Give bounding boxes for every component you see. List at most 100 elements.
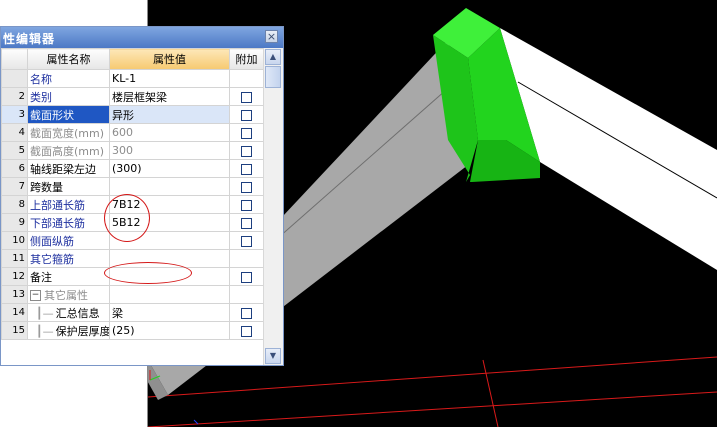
property-name-cell[interactable]: 名称 (27, 69, 110, 88)
extra-checkbox[interactable] (241, 325, 252, 337)
row-number: 15 (1, 321, 28, 340)
property-value[interactable]: 异形 (109, 105, 230, 124)
property-value[interactable] (109, 177, 230, 196)
tree-branch-icon: ┃— (36, 306, 54, 320)
property-value[interactable]: (300) (109, 159, 230, 178)
table-row[interactable]: 11 其它箍筋 (1, 249, 263, 268)
property-name-cell[interactable]: 备注 (27, 267, 110, 286)
grid-scrollbar[interactable]: ▲ ▼ (263, 48, 283, 365)
row-number: 7 (1, 177, 28, 196)
dialog-title: 性编辑器 (3, 32, 56, 46)
property-name-cell[interactable]: 截面宽度(mm) (27, 123, 110, 142)
extra-cell[interactable] (229, 195, 263, 214)
extra-checkbox[interactable] (241, 307, 252, 319)
table-row[interactable]: 4 截面宽度(mm) 600 (1, 123, 263, 142)
property-name-cell[interactable]: ┃— 汇总信息 (27, 303, 110, 322)
property-value[interactable]: 5B12 (109, 213, 230, 232)
row-number: 13 (1, 285, 28, 304)
table-row[interactable]: 5 截面高度(mm) 300 (1, 141, 263, 160)
extra-cell[interactable] (229, 213, 263, 232)
extra-checkbox[interactable] (241, 271, 252, 283)
property-name: 上部通长筋 (30, 198, 85, 212)
close-icon[interactable]: × (265, 30, 278, 43)
property-name-cell[interactable]: ┃— 保护层厚度( (27, 321, 110, 340)
chevron-down-icon[interactable]: ▼ (265, 348, 281, 364)
property-grid: 属性名称 属性值 附加 名称 KL-1 2 类别 楼层框架梁 3 截面形状 异形 4 截面宽度(m… (1, 48, 263, 365)
table-row[interactable]: 7 跨数量 (1, 177, 263, 196)
header-property-name[interactable]: 属性名称 (27, 48, 110, 70)
header-property-value[interactable]: 属性值 (109, 48, 230, 70)
extra-cell[interactable] (229, 231, 263, 250)
property-name-cell[interactable]: 类别 (27, 87, 110, 106)
extra-checkbox[interactable] (241, 235, 252, 247)
extra-checkbox[interactable] (241, 163, 252, 175)
extra-cell[interactable] (229, 303, 263, 322)
table-row[interactable]: 10 侧面纵筋 (1, 231, 263, 250)
extra-cell[interactable] (229, 159, 263, 178)
property-name: 截面形状 (30, 108, 74, 122)
extra-checkbox[interactable] (241, 145, 252, 157)
table-row[interactable]: 8 上部通长筋 7B12 (1, 195, 263, 214)
property-name-cell[interactable]: 上部通长筋 (27, 195, 110, 214)
property-name: 名称 (30, 72, 52, 86)
extra-checkbox[interactable] (241, 127, 252, 139)
property-editor-dialog: 性编辑器 × 属性名称 属性值 附加 名称 KL-1 2 类别 楼层框架梁 3 截面形状 异形… (0, 26, 284, 366)
table-row[interactable]: 3 截面形状 异形 (1, 105, 263, 124)
property-name: 类别 (30, 90, 52, 104)
row-number: 5 (1, 141, 28, 160)
property-value[interactable]: KL-1 (109, 69, 230, 88)
table-row[interactable]: 15 ┃— 保护层厚度((25) (1, 321, 263, 340)
axis-z-line (193, 419, 199, 425)
table-row[interactable]: 6 轴线距梁左边 (300) (1, 159, 263, 178)
extra-checkbox[interactable] (241, 217, 252, 229)
extra-checkbox[interactable] (241, 181, 252, 193)
property-name-cell[interactable]: 截面高度(mm) (27, 141, 110, 160)
extra-cell[interactable] (229, 123, 263, 142)
extra-cell[interactable] (229, 87, 263, 106)
property-name-cell[interactable]: − 其它属性 (27, 285, 110, 304)
property-value[interactable]: 7B12 (109, 195, 230, 214)
property-name-cell[interactable]: 跨数量 (27, 177, 110, 196)
row-number: 3 (1, 105, 28, 124)
table-row[interactable]: 12 备注 (1, 267, 263, 286)
property-name-cell[interactable]: 侧面纵筋 (27, 231, 110, 250)
row-number: 9 (1, 213, 28, 232)
property-value[interactable]: 600 (109, 123, 230, 142)
extra-cell[interactable] (229, 321, 263, 340)
extra-checkbox[interactable] (241, 91, 252, 103)
property-value[interactable]: 300 (109, 141, 230, 160)
property-value[interactable] (109, 231, 230, 250)
extra-cell[interactable] (229, 177, 263, 196)
table-row[interactable]: 9 下部通长筋 5B12 (1, 213, 263, 232)
property-value[interactable] (109, 249, 230, 268)
extra-checkbox[interactable] (241, 199, 252, 211)
table-row[interactable]: 2 类别 楼层框架梁 (1, 87, 263, 106)
row-number: 14 (1, 303, 28, 322)
table-row[interactable]: 13− 其它属性 (1, 285, 263, 304)
extra-cell[interactable] (229, 267, 263, 286)
property-name-cell[interactable]: 轴线距梁左边 (27, 159, 110, 178)
property-value[interactable]: 梁 (109, 303, 230, 322)
extra-cell[interactable] (229, 141, 263, 160)
grid-line (148, 391, 717, 427)
chevron-up-icon[interactable]: ▲ (265, 49, 281, 65)
property-value[interactable]: 楼层框架梁 (109, 87, 230, 106)
property-name: 其它箍筋 (30, 252, 74, 266)
row-number: 10 (1, 231, 28, 250)
property-name-cell[interactable]: 其它箍筋 (27, 249, 110, 268)
property-name-cell[interactable]: 下部通长筋 (27, 213, 110, 232)
property-name-cell[interactable]: 截面形状 (27, 105, 110, 124)
dialog-titlebar[interactable]: 性编辑器 × (1, 27, 283, 48)
property-value[interactable]: (25) (109, 321, 230, 340)
header-extra[interactable]: 附加 (229, 48, 263, 70)
scrollbar-thumb[interactable] (265, 66, 281, 88)
collapse-icon[interactable]: − (30, 290, 41, 301)
row-number: 12 (1, 267, 28, 286)
property-value[interactable] (109, 267, 230, 286)
grid-body: 名称 KL-1 2 类别 楼层框架梁 3 截面形状 异形 4 截面宽度(mm) 600 5 截面高度(m… (1, 69, 263, 340)
extra-checkbox[interactable] (241, 109, 252, 121)
property-value[interactable] (109, 285, 230, 304)
extra-cell[interactable] (229, 105, 263, 124)
table-row[interactable]: 14 ┃— 汇总信息梁 (1, 303, 263, 322)
table-row[interactable]: 名称 KL-1 (1, 69, 263, 88)
